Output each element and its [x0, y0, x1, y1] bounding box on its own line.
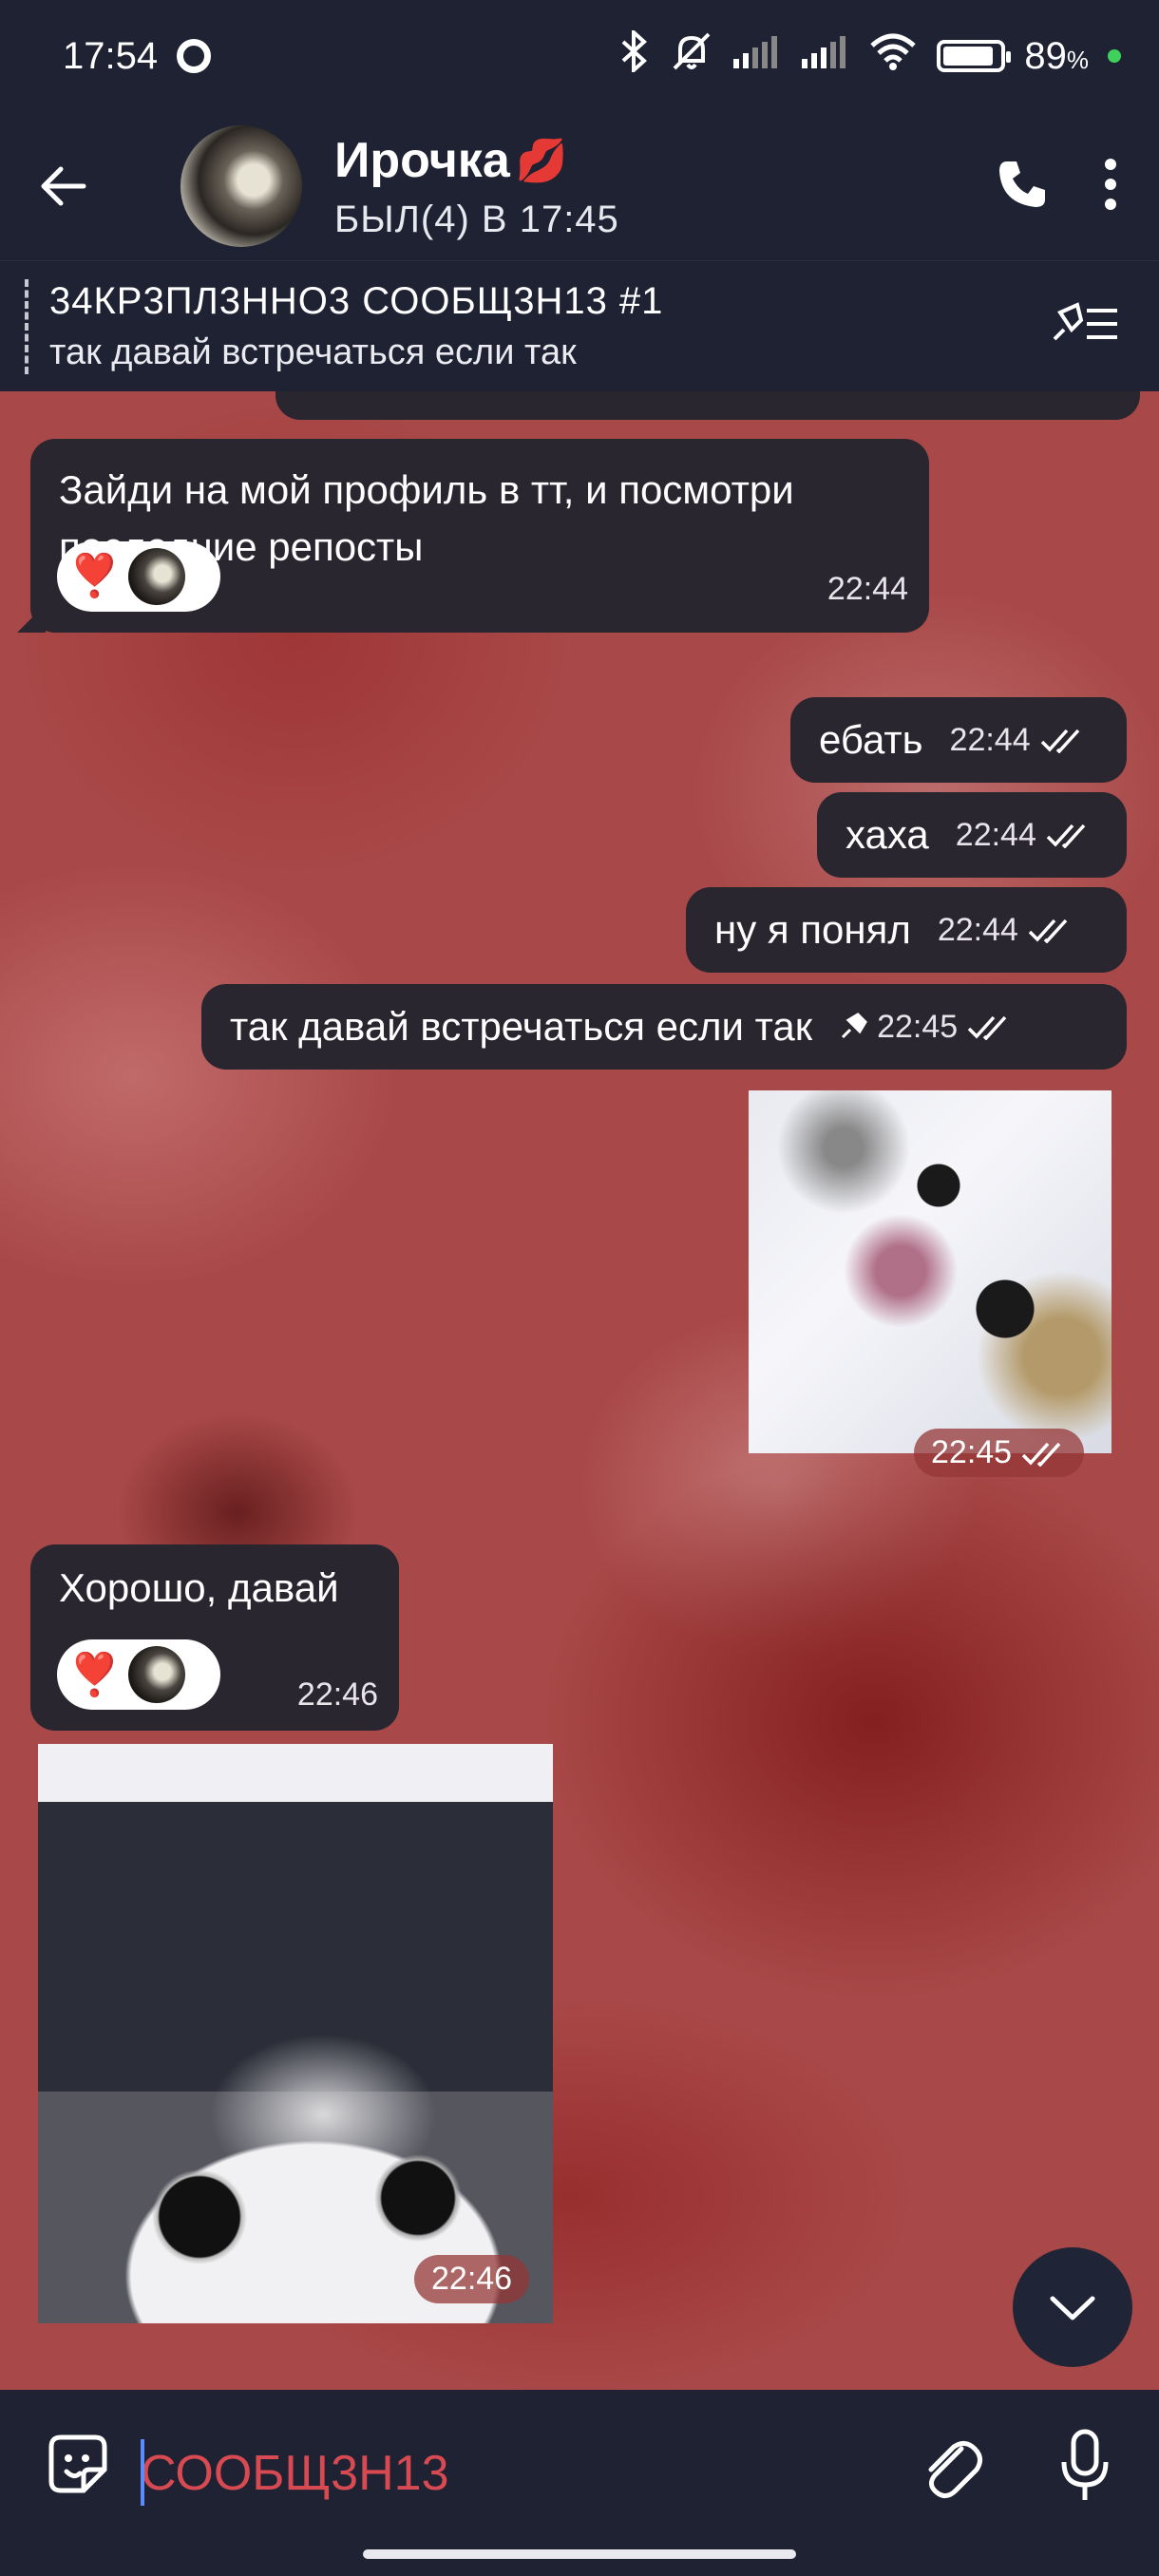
text-caret [141, 2439, 144, 2506]
more-vertical-icon [1105, 158, 1116, 210]
sticker-smile-icon [48, 2434, 107, 2493]
reaction-chip[interactable]: ❣️ [57, 541, 220, 612]
sticker-time-chip: 22:45 [914, 1429, 1085, 1477]
sync-icon [177, 39, 212, 73]
emoji-button[interactable] [42, 2428, 114, 2505]
camera-indicator-dot [1108, 49, 1121, 63]
message-time: 22:44 [955, 816, 1036, 853]
message-text: ну я понял [714, 907, 911, 952]
pinned-indicator [25, 278, 28, 374]
phone-icon [999, 161, 1045, 207]
status-bar: 17:54 89% [0, 0, 1159, 112]
message-text: ебать [819, 717, 923, 762]
reaction-chip[interactable]: ❣️ [57, 1639, 220, 1710]
heart-exclamation-emoji: ❣️ [68, 553, 121, 599]
double-check-icon [1028, 919, 1068, 943]
message-time: 22:45 [877, 1008, 959, 1045]
microphone-icon [1061, 2429, 1109, 2500]
sticker-time-chip: 22:46 [414, 2255, 530, 2303]
pinned-title: 34КР3ПЛ3ННО3 СООБЩ3Н13 #1 [49, 279, 664, 322]
message-time: 22:44 [949, 721, 1031, 758]
pinned-list-button[interactable] [1049, 301, 1121, 351]
message-input[interactable] [141, 2424, 863, 2523]
pinned-message-bar[interactable]: 34КР3ПЛ3ННО3 СООБЩ3Н13 #1 так давай встр… [0, 260, 1159, 391]
last-seen: БЫЛ(4) В 17:45 [334, 198, 619, 240]
double-check-icon [1021, 1442, 1061, 1467]
call-button[interactable] [994, 156, 1051, 218]
lips-emoji: 💋 [515, 137, 568, 184]
double-check-icon [1040, 729, 1079, 753]
status-icons: 89% [618, 28, 1121, 82]
message-time: 22:44 [826, 571, 908, 607]
more-menu-button[interactable] [1104, 158, 1117, 216]
message-incoming[interactable]: Хорошо, давай ❣️ 22:46 [30, 1544, 399, 1731]
message-outgoing-pinned[interactable]: так давай встречаться если так 22:45 [201, 984, 1127, 1070]
message-bubble-partial[interactable] [276, 391, 1140, 420]
status-time: 17:54 [63, 34, 159, 77]
mute-bell-icon [671, 30, 712, 82]
header-actions [994, 156, 1117, 218]
double-check-icon [1046, 824, 1086, 848]
message-outgoing[interactable]: ну я понял 22:44 [686, 887, 1127, 973]
home-indicator[interactable] [363, 2549, 796, 2559]
pinned-text: так давай встречаться если так [49, 331, 577, 372]
double-check-icon [967, 1015, 1007, 1040]
message-outgoing[interactable]: хаха 22:44 [817, 792, 1127, 878]
message-outgoing[interactable]: ебать 22:44 [790, 697, 1127, 783]
message-incoming[interactable]: Зайди на мой профиль в тт, и посмотри по… [30, 439, 929, 633]
wifi-icon [868, 32, 918, 80]
message-time: 22:44 [937, 911, 1018, 948]
pin-icon [842, 1013, 867, 1039]
contact-name: Ирочка 💋 [334, 132, 568, 188]
contact-avatar[interactable] [180, 125, 302, 247]
reactor-avatar [127, 1646, 185, 1703]
heart-exclamation-emoji: ❣️ [68, 1652, 121, 1698]
signal-icon [732, 32, 781, 80]
voice-record-button[interactable] [1058, 2428, 1112, 2509]
cat-sticker[interactable] [749, 1090, 1112, 1453]
attach-button[interactable] [918, 2432, 986, 2509]
paperclip-icon [928, 2441, 982, 2498]
back-button[interactable] [38, 148, 133, 224]
battery-percent: 89% [1024, 34, 1089, 77]
message-text: Хорошо, давай [59, 1565, 339, 1610]
reactor-avatar [127, 548, 185, 605]
message-time: 22:45 [931, 1434, 1013, 1470]
pin-list-icon [1053, 302, 1117, 341]
message-time: 22:46 [431, 2261, 513, 2297]
contact-info[interactable]: Ирочка 💋 БЫЛ(4) В 17:45 [334, 132, 619, 241]
battery-icon [937, 40, 1012, 72]
scroll-to-bottom-button[interactable] [1013, 2247, 1132, 2367]
arrow-left-icon [41, 166, 86, 206]
bluetooth-icon [618, 28, 652, 82]
message-text: хаха [846, 812, 929, 857]
composer-bar [0, 2390, 1159, 2576]
message-time: 22:46 [296, 1676, 378, 1713]
chevron-down-icon [1050, 2296, 1095, 2320]
message-list[interactable]: Зайди на мой профиль в тт, и посмотри по… [0, 391, 1159, 2390]
battery-fill [943, 47, 993, 66]
chat-header: Ирочка 💋 БЫЛ(4) В 17:45 [0, 112, 1159, 260]
message-text: так давай встречаться если так [230, 1004, 813, 1049]
signal-icon [800, 32, 849, 80]
cat-sticker[interactable] [38, 1744, 553, 2323]
